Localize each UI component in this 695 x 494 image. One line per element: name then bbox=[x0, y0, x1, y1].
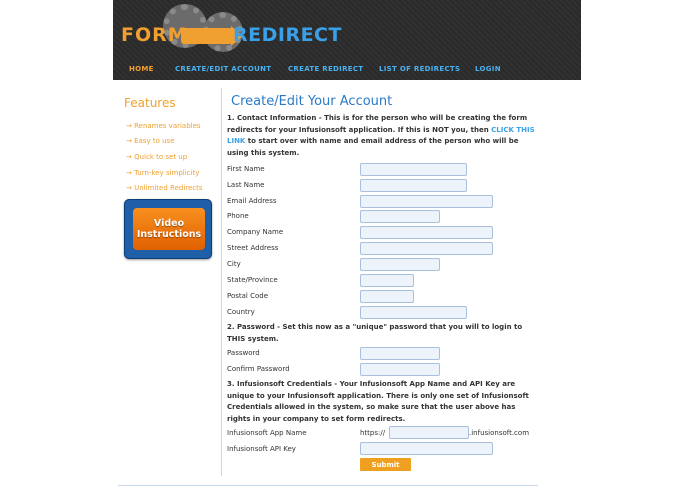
nav-create-edit-account[interactable]: CREATE/EDIT ACCOUNT bbox=[175, 65, 271, 73]
app-url-prefix: https:// bbox=[360, 429, 386, 437]
label-country: Country bbox=[227, 308, 255, 316]
feature-item: → Quick to set up bbox=[126, 153, 188, 161]
logo-text-form: FORM bbox=[121, 24, 188, 46]
label-api-key: Infusionsoft API Key bbox=[227, 445, 296, 453]
country-input[interactable] bbox=[360, 306, 467, 319]
label-confirm-password: Confirm Password bbox=[227, 365, 290, 373]
label-phone: Phone bbox=[227, 212, 249, 220]
label-state: State/Province bbox=[227, 276, 278, 284]
label-email: Email Address bbox=[227, 197, 277, 205]
label-postal-code: Postal Code bbox=[227, 292, 269, 300]
first-name-input[interactable] bbox=[360, 163, 467, 176]
video-label-line1: Video bbox=[153, 218, 185, 229]
arrow-icon bbox=[181, 26, 243, 46]
password-input[interactable] bbox=[360, 347, 440, 360]
app-url-suffix: .infusionsoft.com bbox=[469, 429, 530, 437]
street-address-input[interactable] bbox=[360, 242, 493, 255]
logo-text-redirect: REDIRECT bbox=[233, 24, 342, 46]
nav-list-of-redirects[interactable]: LIST OF REDIRECTS bbox=[379, 65, 460, 73]
site-logo[interactable]: FORM REDIRECT bbox=[121, 4, 341, 58]
label-app-name: Infusionsoft App Name bbox=[227, 429, 307, 437]
city-input[interactable] bbox=[360, 258, 440, 271]
section-infusionsoft-credentials: 3. Infusionsoft Credentials - Your Infus… bbox=[227, 380, 529, 423]
section-contact-info: 1. Contact Information - This is for the… bbox=[227, 114, 535, 157]
label-password: Password bbox=[227, 349, 260, 357]
page-title: Create/Edit Your Account bbox=[231, 94, 393, 109]
postal-code-input[interactable] bbox=[360, 290, 414, 303]
footer-divider bbox=[118, 485, 538, 486]
app-name-input[interactable] bbox=[389, 426, 469, 439]
company-name-input[interactable] bbox=[360, 226, 493, 239]
label-last-name: Last Name bbox=[227, 181, 265, 189]
feature-item: → Easy to use bbox=[126, 137, 175, 145]
confirm-password-input[interactable] bbox=[360, 363, 440, 376]
main-nav: HOME CREATE/EDIT ACCOUNT CREATE REDIRECT… bbox=[113, 60, 581, 78]
email-input[interactable] bbox=[360, 195, 493, 208]
state-input[interactable] bbox=[360, 274, 414, 287]
section-password: 2. Password - Set this now as a "unique"… bbox=[227, 323, 523, 343]
feature-item: → Turn-key simplicity bbox=[126, 169, 200, 177]
nav-create-redirect[interactable]: CREATE REDIRECT bbox=[288, 65, 363, 73]
sidebar: Features → Renames variables → Easy to u… bbox=[113, 88, 221, 478]
phone-input[interactable] bbox=[360, 210, 440, 223]
last-name-input[interactable] bbox=[360, 179, 467, 192]
label-city: City bbox=[227, 260, 241, 268]
nav-login[interactable]: LOGIN bbox=[475, 65, 501, 73]
label-street-address: Street Address bbox=[227, 244, 279, 252]
feature-item: → Unlimited Redirects bbox=[126, 184, 203, 192]
label-company-name: Company Name bbox=[227, 228, 284, 236]
submit-button[interactable]: Submit bbox=[360, 458, 411, 471]
video-instructions-button[interactable]: Video Instructions bbox=[124, 199, 212, 259]
video-label-line2: Instructions bbox=[136, 229, 202, 240]
features-heading: Features bbox=[124, 96, 176, 110]
api-key-input[interactable] bbox=[360, 442, 493, 455]
feature-item: → Renames variables bbox=[126, 122, 201, 130]
label-first-name: First Name bbox=[227, 165, 265, 173]
divider bbox=[221, 88, 222, 476]
nav-home[interactable]: HOME bbox=[129, 65, 154, 73]
